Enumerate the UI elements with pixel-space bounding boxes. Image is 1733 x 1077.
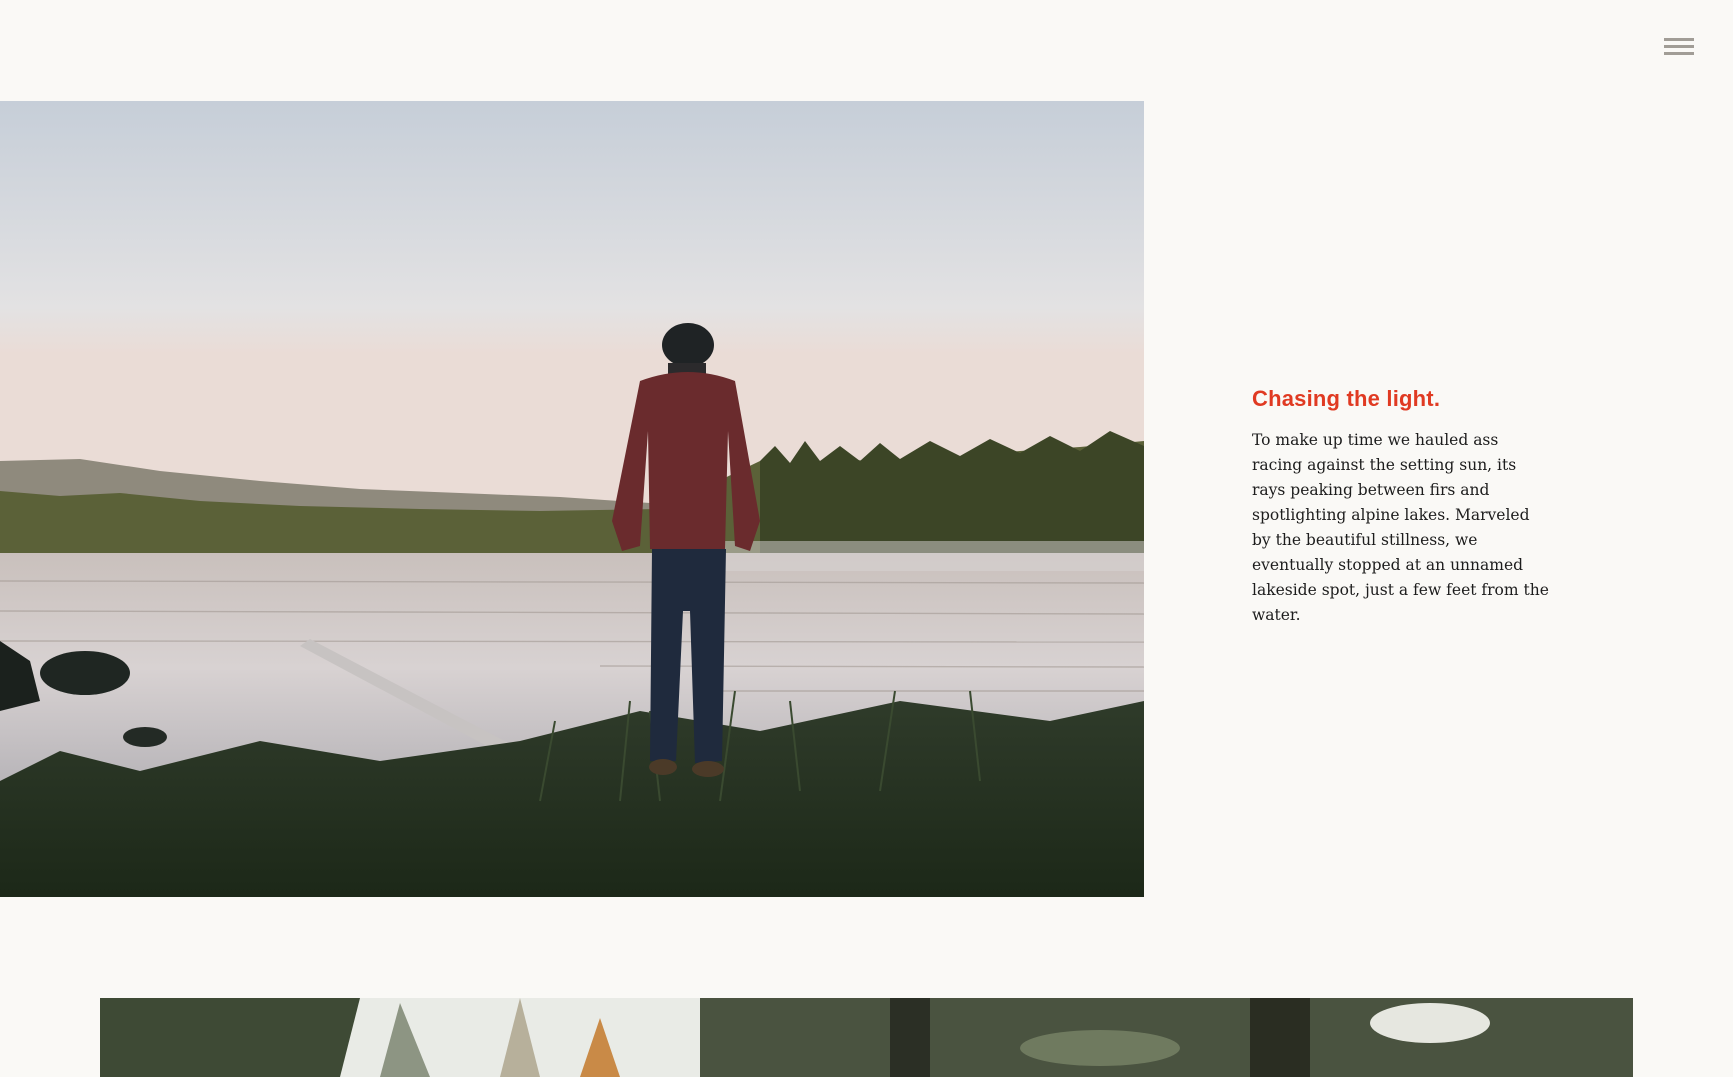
menu-button[interactable] [1664,38,1694,62]
story-caption: Chasing the light. To make up time we ha… [1252,386,1552,628]
lake-photo [0,101,1144,897]
story-body: To make up time we hauled ass racing aga… [1252,431,1549,624]
story-title: Chasing the light. [1252,386,1441,411]
hamburger-menu-icon [1664,38,1694,41]
forest-photo [100,998,1633,1077]
